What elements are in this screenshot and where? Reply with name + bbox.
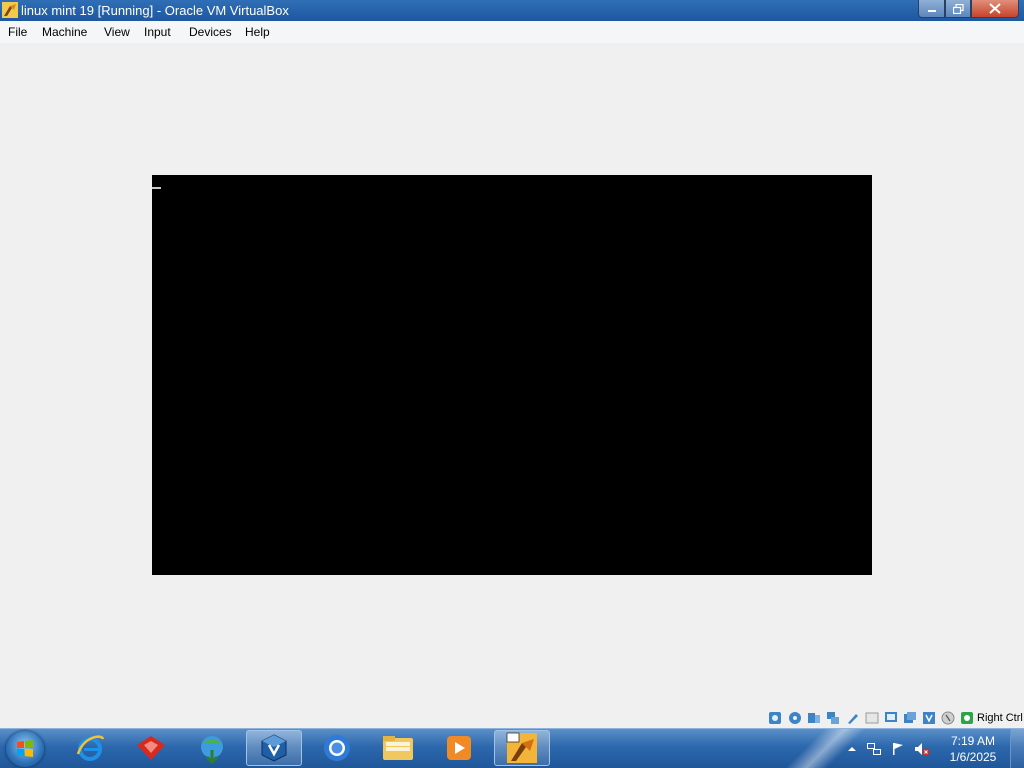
chrome-icon — [324, 735, 350, 761]
video-capture-icon[interactable] — [903, 711, 917, 725]
optical-drive-icon[interactable] — [788, 711, 802, 725]
windows-logo-icon — [17, 740, 33, 757]
close-button[interactable] — [971, 0, 1019, 18]
virtualbox-vm-icon — [506, 732, 537, 763]
vm-statusbar: Right Ctrl — [0, 708, 1024, 728]
minimize-button[interactable] — [918, 0, 945, 18]
internet-explorer-icon — [76, 735, 105, 761]
clock-time: 7:19 AM — [950, 734, 996, 748]
taskbar-chrome[interactable] — [309, 730, 365, 766]
taskbar-virtualbox[interactable] — [246, 730, 302, 766]
minimize-icon — [927, 9, 936, 12]
show-hidden-icons-arrow-icon[interactable] — [844, 741, 860, 757]
clock-date: 1/6/2025 — [949, 750, 997, 764]
menu-devices[interactable]: Devices — [189, 25, 232, 39]
window-title: linux mint 19 [Running] - Oracle VM Virt… — [21, 3, 289, 18]
menu-file[interactable]: File — [8, 25, 27, 39]
start-button[interactable] — [6, 731, 44, 767]
menu-help[interactable]: Help — [245, 25, 270, 39]
menu-bar: File Machine View Input Devices Help — [0, 21, 1024, 44]
restore-button[interactable] — [945, 0, 971, 18]
download-manager-icon — [201, 736, 223, 764]
show-desktop-button[interactable] — [1010, 729, 1024, 768]
audio-icon[interactable] — [807, 711, 821, 725]
media-player-icon — [447, 736, 471, 760]
taskbar-internet-explorer[interactable] — [62, 730, 118, 766]
hard-disk-icon[interactable] — [768, 711, 782, 725]
display-icon[interactable] — [884, 711, 898, 725]
action-center-flag-icon[interactable] — [890, 741, 906, 757]
file-explorer-icon — [383, 736, 413, 760]
virtualbox-app-icon — [2, 2, 18, 18]
restore-icon — [952, 3, 964, 14]
shared-folders-icon[interactable] — [865, 711, 879, 725]
host-key-label: Right Ctrl — [977, 712, 1023, 724]
text-cursor — [152, 187, 161, 189]
taskbar: 7:19 AM 1/6/2025 — [0, 728, 1024, 768]
network-icon[interactable] — [826, 711, 840, 725]
window-titlebar[interactable]: linux mint 19 [Running] - Oracle VM Virt… — [0, 0, 1024, 21]
keyboard-icon[interactable] — [960, 711, 974, 725]
taskbar-virtualbox-vm[interactable] — [494, 730, 550, 766]
network-tray-icon[interactable] — [866, 741, 882, 757]
vm-screen[interactable] — [152, 175, 872, 575]
menu-view[interactable]: View — [104, 25, 130, 39]
cpu-icon[interactable] — [922, 711, 936, 725]
volume-muted-icon[interactable] — [914, 741, 930, 757]
mouse-integration-icon[interactable] — [941, 711, 955, 725]
usb-icon[interactable] — [846, 711, 860, 725]
taskbar-red-app[interactable] — [123, 730, 179, 766]
taskbar-media-player[interactable] — [431, 730, 487, 766]
red-app-icon — [137, 736, 165, 760]
close-icon — [989, 3, 1001, 14]
system-clock[interactable]: 7:19 AM 1/6/2025 — [942, 733, 1004, 765]
taskbar-file-explorer[interactable] — [370, 730, 426, 766]
menu-machine[interactable]: Machine — [42, 25, 87, 39]
taskbar-download-manager[interactable] — [184, 730, 240, 766]
virtualbox-icon — [261, 734, 287, 762]
menu-input[interactable]: Input — [144, 25, 171, 39]
taskbar-glow — [760, 729, 880, 768]
